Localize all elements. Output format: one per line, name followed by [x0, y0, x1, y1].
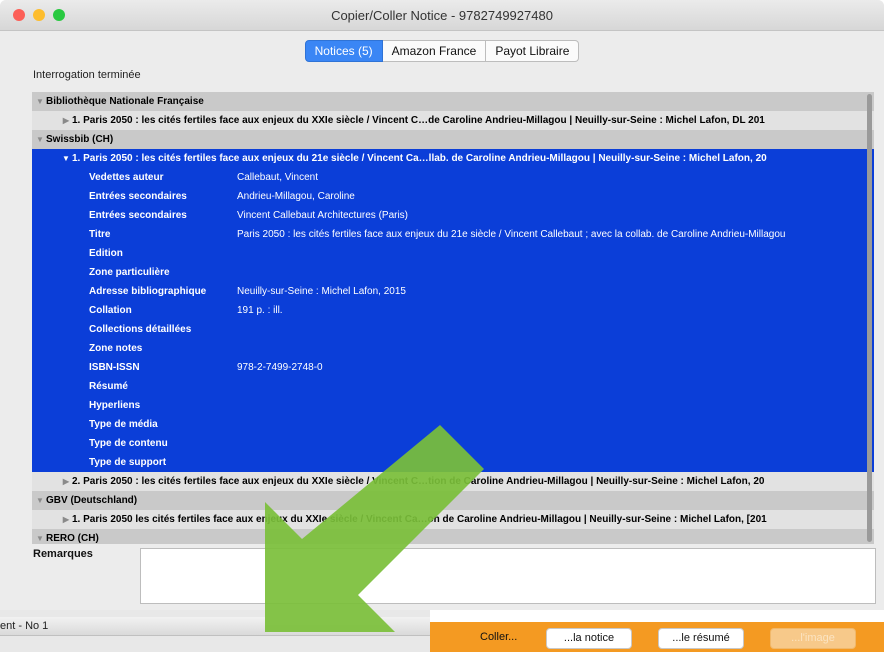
field-name: ISBN-ISSN	[89, 362, 140, 373]
field-name: Entrées secondaires	[89, 191, 187, 202]
disclosure-closed-icon[interactable]: ▶	[60, 472, 72, 491]
row-text: Bibliothèque Nationale Française	[46, 96, 204, 107]
notice-field-row[interactable]: Type de support	[32, 453, 874, 472]
field-name: Type de média	[89, 419, 158, 430]
field-name: Collections détaillées	[89, 324, 192, 335]
field-name: Edition	[89, 248, 123, 259]
disclosure-open-icon[interactable]: ▼	[34, 529, 46, 544]
document-window-title[interactable]: ent - No 1	[0, 617, 430, 636]
field-value: Vincent Callebaut Architectures (Paris)	[237, 210, 409, 221]
source-group-row[interactable]: ▼ Swissbib (CH)	[32, 130, 874, 149]
row-text: RERO (CH)	[46, 533, 99, 544]
field-name: Zone particulière	[89, 267, 170, 278]
source-tabs: Notices (5) Amazon France Payot Libraire	[0, 40, 884, 62]
field-value: 191 p. : ill.	[237, 305, 283, 316]
vertical-scrollbar[interactable]	[867, 94, 872, 542]
disclosure-open-icon[interactable]: ▼	[34, 491, 46, 510]
notice-field-row[interactable]: Hyperliens	[32, 396, 874, 415]
notice-field-row[interactable]: Zone particulière	[32, 263, 874, 282]
field-value: Paris 2050 : les cités fertiles face aux…	[237, 229, 786, 240]
field-value: Callebaut, Vincent	[237, 172, 318, 183]
copy-paste-window: Copier/Coller Notice - 9782749927480 Not…	[0, 0, 884, 610]
notice-field-row[interactable]: Entrées secondaires Vincent Callebaut Arc…	[32, 206, 874, 225]
source-group-row[interactable]: ▼ RERO (CH)	[32, 529, 874, 544]
field-value: Neuilly-sur-Seine : Michel Lafon, 2015	[237, 286, 406, 297]
remarques-field[interactable]	[140, 548, 876, 604]
notice-field-row[interactable]: Zone notes	[32, 339, 874, 358]
disclosure-open-icon[interactable]: ▼	[60, 149, 72, 168]
notice-field-row[interactable]: ISBN-ISSN 978-2-7499-2748-0	[32, 358, 874, 377]
source-group-row[interactable]: ▼ GBV (Deutschland)	[32, 491, 874, 510]
notices-outline[interactable]: ▼ Bibliothèque Nationale Française ▶ 1. Par…	[32, 92, 874, 544]
disclosure-closed-icon[interactable]: ▶	[60, 510, 72, 529]
field-name: Entrées secondaires	[89, 210, 187, 221]
notice-field-row[interactable]: Entrées secondaires Andrieu-Millagou, Car…	[32, 187, 874, 206]
field-name: Titre	[89, 229, 111, 240]
row-text: 2. Paris 2050 : les cités fertiles face …	[72, 476, 765, 487]
field-name: Adresse bibliographique	[89, 286, 207, 297]
tab-notices[interactable]: Notices (5)	[304, 40, 383, 62]
notice-field-row[interactable]: Titre Paris 2050 : les cités fertiles fac…	[32, 225, 874, 244]
field-name: Zone notes	[89, 343, 143, 354]
notice-row[interactable]: ▶ 2. Paris 2050 : les cités fertiles face…	[32, 472, 874, 491]
query-status: Interrogation terminée	[33, 69, 141, 81]
paste-notice-button[interactable]: ...la notice	[546, 628, 632, 649]
notice-field-row[interactable]: Type de contenu	[32, 434, 874, 453]
source-group-row[interactable]: ▼ Bibliothèque Nationale Française	[32, 92, 874, 111]
paste-label: Coller...	[480, 631, 518, 643]
disclosure-closed-icon[interactable]: ▶	[60, 111, 72, 130]
notice-row[interactable]: ▶ 1. Paris 2050 : les cités fertiles face…	[32, 111, 874, 130]
tab-payot-libraire[interactable]: Payot Libraire	[486, 40, 580, 62]
window-title: Copier/Coller Notice - 9782749927480	[331, 8, 553, 23]
field-name: Collation	[89, 305, 132, 316]
notice-row-selected[interactable]: ▼ 1. Paris 2050 : les cités fertiles face…	[32, 149, 874, 168]
row-text: Swissbib (CH)	[46, 134, 114, 145]
notice-field-row[interactable]: Collation 191 p. : ill.	[32, 301, 874, 320]
notice-field-row[interactable]: Résumé	[32, 377, 874, 396]
row-text: 1. Paris 2050 : les cités fertiles face …	[72, 115, 765, 126]
field-value: 978-2-7499-2748-0	[237, 362, 323, 373]
row-text: 1. Paris 2050 les cités fertiles face au…	[72, 514, 767, 525]
notice-field-row[interactable]: Adresse bibliographique Neuilly-sur-Seine…	[32, 282, 874, 301]
tab-amazon-france[interactable]: Amazon France	[382, 40, 487, 62]
remarques-label: Remarques	[33, 548, 93, 560]
field-value: Andrieu-Millagou, Caroline	[237, 191, 355, 202]
field-name: Type de contenu	[89, 438, 168, 449]
row-text: GBV (Deutschland)	[46, 495, 138, 506]
field-name: Type de support	[89, 457, 167, 468]
title-bar[interactable]: Copier/Coller Notice - 9782749927480	[0, 0, 884, 31]
disclosure-open-icon[interactable]: ▼	[34, 92, 46, 111]
notice-field-row[interactable]: Edition	[32, 244, 874, 263]
row-text: 1. Paris 2050 : les cités fertiles face …	[72, 153, 767, 164]
field-name: Vedettes auteur	[89, 172, 164, 183]
notice-field-row[interactable]: Type de média	[32, 415, 874, 434]
disclosure-open-icon[interactable]: ▼	[34, 130, 46, 149]
paste-summary-button[interactable]: ...le résumé	[658, 628, 744, 649]
field-name: Hyperliens	[89, 400, 141, 411]
field-name: Résumé	[89, 381, 128, 392]
notice-row[interactable]: ▶ 1. Paris 2050 les cités fertiles face a…	[32, 510, 874, 529]
paste-image-button[interactable]: ...l'image	[770, 628, 856, 649]
notice-field-row[interactable]: Vedettes auteur Callebaut, Vincent	[32, 168, 874, 187]
notice-field-row[interactable]: Collections détaillées	[32, 320, 874, 339]
